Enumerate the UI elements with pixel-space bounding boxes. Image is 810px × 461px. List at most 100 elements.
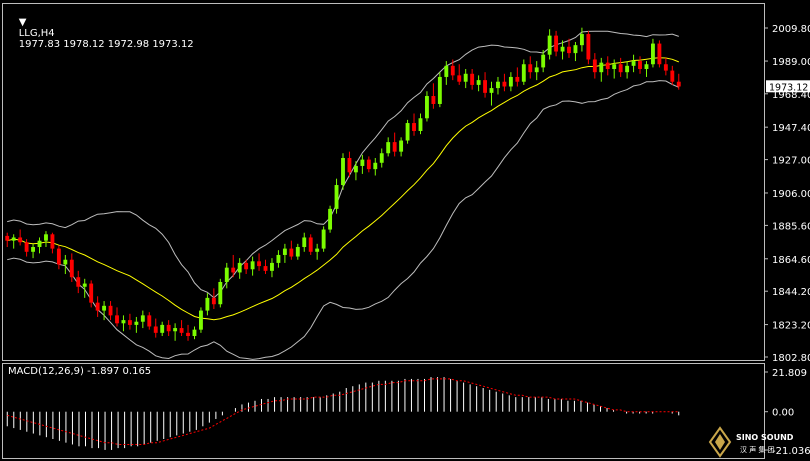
candle-body xyxy=(412,123,416,131)
price-tick-label: 1906.00 xyxy=(772,189,810,200)
candle-body xyxy=(651,43,655,65)
candle xyxy=(308,234,313,255)
collapse-triangle-icon[interactable]: ▼ xyxy=(19,17,27,28)
candle-body xyxy=(186,332,190,337)
candle-body xyxy=(496,81,500,89)
candle-body xyxy=(257,261,261,267)
candle xyxy=(289,240,294,260)
candle xyxy=(489,81,494,106)
bollinger-lower-line xyxy=(7,80,679,360)
candle-body xyxy=(276,254,281,263)
candle xyxy=(599,57,604,82)
candle-body xyxy=(547,35,552,55)
candle xyxy=(651,38,655,68)
candle-body xyxy=(173,328,178,332)
candle-body xyxy=(638,61,642,70)
candle xyxy=(605,56,610,76)
diamond-logo-icon xyxy=(708,426,732,458)
candle xyxy=(199,307,203,333)
candle-body xyxy=(231,267,236,273)
candle xyxy=(676,73,681,90)
candle xyxy=(515,67,520,87)
price-tick-label: 2009.80 xyxy=(772,24,810,35)
candle xyxy=(276,250,281,268)
candle xyxy=(508,72,513,92)
candle xyxy=(521,59,526,85)
candle-body xyxy=(89,283,94,303)
candle xyxy=(631,54,636,73)
candle-body xyxy=(218,281,223,305)
candle-body xyxy=(508,76,513,87)
candle xyxy=(44,231,48,248)
candle xyxy=(257,253,261,271)
candle xyxy=(5,232,10,248)
price-tick-label: 1823.20 xyxy=(772,321,810,332)
candle-body xyxy=(115,315,119,324)
candle-body xyxy=(121,320,126,324)
candle xyxy=(211,288,216,310)
candle-body xyxy=(321,229,326,249)
chart-canvas[interactable]: 2009.801989.001968.401947.401927.001906.… xyxy=(0,0,810,461)
candle-body xyxy=(282,248,287,255)
logo-wordmark: SINO SOUND xyxy=(736,433,794,442)
candle-body xyxy=(18,237,23,243)
candle xyxy=(108,301,113,321)
candle xyxy=(612,59,617,79)
candle-body xyxy=(31,247,35,252)
candle xyxy=(282,243,287,263)
candle-body xyxy=(599,62,604,73)
candle-body xyxy=(5,235,10,241)
candle-body xyxy=(670,70,675,82)
candle xyxy=(366,156,371,173)
candle-body xyxy=(612,64,617,70)
candle-body xyxy=(631,61,636,66)
candle-body xyxy=(605,62,610,70)
candle-body xyxy=(140,315,145,322)
candle-body xyxy=(592,59,597,73)
candle-body xyxy=(528,64,533,73)
candle-body xyxy=(366,159,371,170)
candle xyxy=(450,59,455,81)
candle-body xyxy=(153,326,158,333)
macd-tick-label: 0.00 xyxy=(772,408,794,419)
candle-body xyxy=(502,81,507,87)
candle xyxy=(386,137,391,157)
candle-body xyxy=(289,248,294,257)
candle-body xyxy=(244,262,249,270)
candle xyxy=(586,30,591,65)
candle xyxy=(11,234,16,249)
candle xyxy=(321,226,326,252)
candle-body xyxy=(554,35,559,52)
candle-body xyxy=(199,310,203,330)
candle-body xyxy=(676,81,681,87)
candle xyxy=(134,316,139,333)
candle xyxy=(353,161,358,181)
candle-body xyxy=(63,259,68,265)
candle-body xyxy=(425,96,429,119)
candle-body xyxy=(450,65,455,76)
candle xyxy=(192,326,197,340)
candle xyxy=(50,232,55,254)
candle-body xyxy=(179,328,184,333)
macd-header: MACD(12,26,9) -1.897 0.165 xyxy=(8,366,152,377)
candle xyxy=(89,280,94,308)
chart-window: 2009.80 1989.00 1968.40 1947.40 1927.00 1906.… xyxy=(0,0,810,461)
symbol-label: LLG,H4 xyxy=(18,28,55,39)
macd-signal-line xyxy=(7,378,679,445)
candle-body xyxy=(56,248,61,265)
candle xyxy=(56,245,61,270)
candle-body xyxy=(160,324,165,333)
candle-body xyxy=(328,208,333,230)
candle xyxy=(644,61,649,77)
chart-header: ▼ LLG,H4 1977.83 1978.12 1972.98 1973.12 xyxy=(6,6,194,61)
macd-plot xyxy=(6,377,680,450)
ohlc-label: 1977.83 1978.12 1972.98 1973.12 xyxy=(18,39,194,50)
candle-body xyxy=(657,43,662,65)
candle xyxy=(295,243,300,260)
candle-body xyxy=(437,76,442,104)
candle xyxy=(250,256,255,276)
candle-body xyxy=(476,80,481,85)
candle xyxy=(140,310,145,329)
candle-body xyxy=(205,297,210,311)
candle-body xyxy=(579,34,584,46)
